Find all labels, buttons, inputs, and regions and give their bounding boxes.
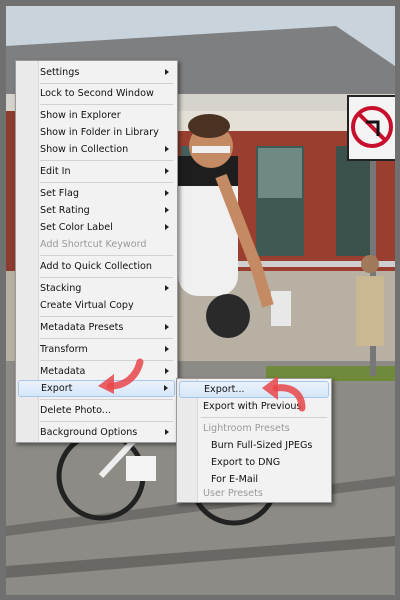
menu-item-label: Burn Full-Sized JPEGs bbox=[211, 440, 313, 451]
submenu-arrow-icon bbox=[165, 368, 169, 374]
menu-item-set-rating[interactable]: Set Rating bbox=[18, 202, 175, 219]
menu-item-show-in-folder-in-library[interactable]: Show in Folder in Library bbox=[18, 124, 175, 141]
menu-item-label: Delete Photo... bbox=[40, 405, 111, 416]
pointer-arrow-icon bbox=[98, 358, 144, 394]
menu-item-set-flag[interactable]: Set Flag bbox=[18, 185, 175, 202]
menu-separator bbox=[40, 182, 173, 183]
submenu-arrow-icon bbox=[165, 429, 169, 435]
menu-item-stacking[interactable]: Stacking bbox=[18, 280, 175, 297]
submenu-arrow-icon bbox=[165, 168, 169, 174]
menu-item-label: Stacking bbox=[40, 283, 82, 294]
menu-item-label: Export bbox=[41, 383, 73, 394]
submenu-arrow-icon bbox=[165, 207, 169, 213]
submenu-arrow-icon bbox=[165, 190, 169, 196]
submenu-arrow-icon bbox=[165, 346, 169, 352]
menu-item-label: Add Shortcut Keyword bbox=[40, 239, 147, 250]
menu-separator bbox=[201, 417, 327, 418]
menu-item-delete-photo[interactable]: Delete Photo... bbox=[18, 402, 175, 419]
menu-item-settings[interactable]: Settings bbox=[18, 64, 175, 81]
submenu-arrow-icon bbox=[165, 69, 169, 75]
menu-item-label: Background Options bbox=[40, 427, 138, 438]
menu-item-label: Set Flag bbox=[40, 188, 79, 199]
menu-item-label: For E-Mail bbox=[211, 474, 259, 485]
menu-header-label: Lightroom Presets bbox=[203, 423, 290, 434]
menu-item-add-to-quick-collection[interactable]: Add to Quick Collection bbox=[18, 258, 175, 275]
menu-item-label: Show in Collection bbox=[40, 144, 129, 155]
menu-separator bbox=[40, 255, 173, 256]
menu-separator bbox=[40, 160, 173, 161]
menu-item-label: Metadata bbox=[40, 366, 86, 377]
menu-separator bbox=[40, 399, 173, 400]
menu-item-edit-in[interactable]: Edit In bbox=[18, 163, 175, 180]
menu-separator bbox=[40, 316, 173, 317]
menu-separator bbox=[40, 277, 173, 278]
menu-item-label: Show in Folder in Library bbox=[40, 127, 159, 138]
menu-item-show-in-collection[interactable]: Show in Collection bbox=[18, 141, 175, 158]
menu-item-label: Set Rating bbox=[40, 205, 90, 216]
menu-item-export-to-dng[interactable]: Export to DNG bbox=[179, 454, 329, 471]
menu-item-burn-full-sized-jpegs[interactable]: Burn Full-Sized JPEGs bbox=[179, 437, 329, 454]
menu-item-label: Create Virtual Copy bbox=[40, 300, 134, 311]
menu-item-label: Edit In bbox=[40, 166, 71, 177]
menu-item-background-options[interactable]: Background Options bbox=[18, 424, 175, 441]
submenu-arrow-icon bbox=[164, 385, 168, 391]
menu-separator bbox=[40, 104, 173, 105]
menu-item-lock-to-second-window[interactable]: Lock to Second Window bbox=[18, 85, 175, 102]
menu-item-label: Show in Explorer bbox=[40, 110, 121, 121]
menu-item-label: Transform bbox=[40, 344, 88, 355]
submenu-arrow-icon bbox=[165, 324, 169, 330]
menu-header-user-presets: User Presets bbox=[179, 485, 329, 502]
submenu-arrow-icon bbox=[165, 224, 169, 230]
menu-item-transform[interactable]: Transform bbox=[18, 341, 175, 358]
menu-item-show-in-explorer[interactable]: Show in Explorer bbox=[18, 107, 175, 124]
menu-item-set-color-label[interactable]: Set Color Label bbox=[18, 219, 175, 236]
menu-header-label: User Presets bbox=[203, 488, 263, 499]
menu-item-label: Lock to Second Window bbox=[40, 88, 154, 99]
menu-item-metadata-presets[interactable]: Metadata Presets bbox=[18, 319, 175, 336]
menu-separator bbox=[40, 338, 173, 339]
menu-item-add-shortcut-keyword: Add Shortcut Keyword bbox=[18, 236, 175, 253]
menu-item-label: Add to Quick Collection bbox=[40, 261, 152, 272]
pointer-arrow-icon bbox=[262, 376, 306, 412]
menu-separator bbox=[40, 83, 173, 84]
submenu-arrow-icon bbox=[165, 285, 169, 291]
submenu-arrow-icon bbox=[165, 146, 169, 152]
menu-item-label: Export to DNG bbox=[211, 457, 281, 468]
menu-header-lightroom-presets: Lightroom Presets bbox=[179, 420, 329, 437]
menu-item-label: Settings bbox=[40, 67, 80, 78]
menu-item-create-virtual-copy[interactable]: Create Virtual Copy bbox=[18, 297, 175, 314]
menu-separator bbox=[40, 421, 173, 422]
menu-item-label: Metadata Presets bbox=[40, 322, 124, 333]
menu-item-label: Set Color Label bbox=[40, 222, 113, 233]
menu-item-label: Export... bbox=[204, 384, 245, 395]
